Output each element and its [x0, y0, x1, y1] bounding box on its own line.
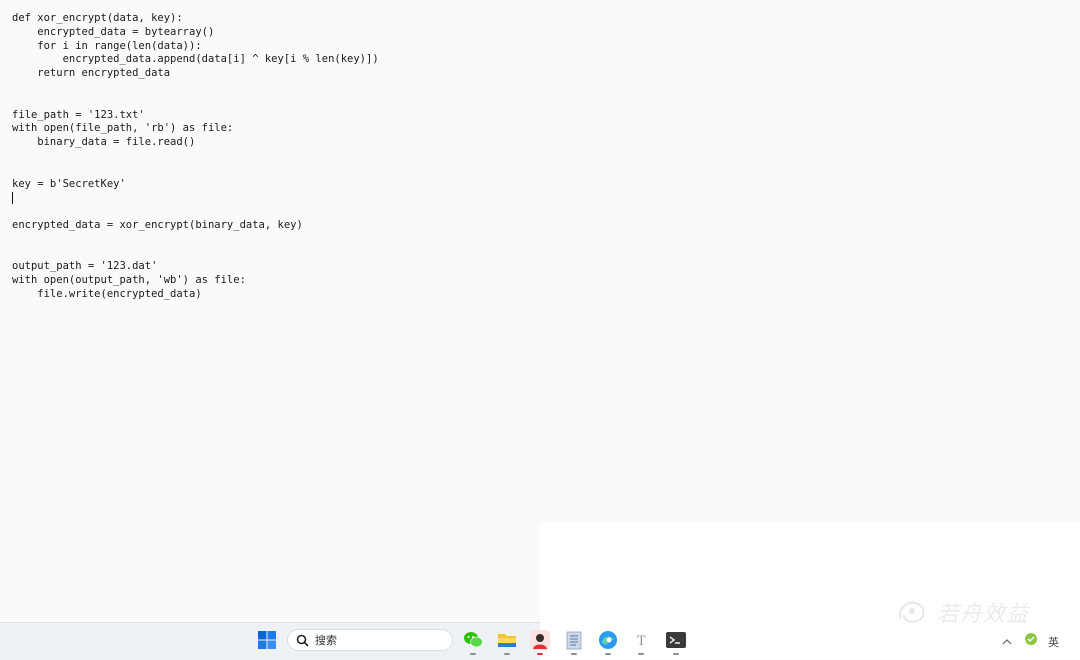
code-line[interactable]	[12, 164, 379, 178]
code-line[interactable]: file.write(encrypted_data)	[12, 288, 379, 302]
notepad-icon	[566, 631, 582, 650]
windows-start-button[interactable]	[256, 629, 278, 651]
notepad-button[interactable]	[563, 629, 585, 651]
code-line[interactable]: def xor_encrypt(data, key):	[12, 12, 379, 26]
text-app-icon: T	[637, 634, 646, 649]
terminal-running-indicator	[673, 653, 679, 655]
code-line[interactable]: for i in range(len(data)):	[12, 40, 379, 54]
edge-browser-button[interactable]	[597, 629, 619, 651]
search-icon	[296, 634, 309, 647]
file-explorer-icon	[498, 634, 516, 647]
avatar-app-button[interactable]	[529, 629, 551, 651]
terminal-button[interactable]	[665, 629, 687, 651]
code-line[interactable]: return encrypted_data	[12, 67, 379, 81]
code-line[interactable]: encrypted_data = xor_encrypt(binary_data…	[12, 219, 379, 233]
terminal-icon	[666, 632, 686, 648]
code-line[interactable]	[12, 95, 379, 109]
code-line[interactable]: binary_data = file.read()	[12, 136, 379, 150]
code-line[interactable]	[12, 205, 379, 219]
code-line[interactable]: encrypted_data = bytearray()	[12, 26, 379, 40]
wechat-icon	[464, 632, 483, 648]
watermark-logo-icon	[899, 601, 925, 623]
windows-start-icon	[258, 631, 276, 649]
white-overlay-panel	[540, 522, 1080, 659]
wechat-running-indicator	[470, 653, 476, 655]
svg-text:T: T	[637, 634, 646, 649]
search-label: 搜索	[315, 634, 337, 647]
text-caret	[12, 192, 13, 205]
code-line[interactable]	[12, 191, 379, 205]
text-app-running-indicator	[638, 653, 644, 655]
code-line[interactable]	[12, 150, 379, 164]
code-line[interactable]: with open(output_path, 'wb') as file:	[12, 274, 379, 288]
watermark-text: 若舟效益	[937, 602, 1030, 627]
explorer-running-indicator	[504, 653, 510, 655]
system-tray: 英	[1000, 632, 1059, 651]
code-line[interactable]: key = b'SecretKey'	[12, 178, 379, 192]
wechat-button[interactable]	[462, 629, 484, 651]
file-explorer-button[interactable]	[496, 629, 518, 651]
code-line[interactable]: output_path = '123.dat'	[12, 260, 379, 274]
edge-browser-icon	[599, 631, 617, 649]
taskbar-search-box[interactable]: 搜索	[287, 629, 453, 651]
avatar-running-indicator	[537, 653, 543, 655]
ime-icon[interactable]: 英	[1048, 634, 1059, 650]
avatar-app-icon	[530, 630, 550, 650]
chevron-up-icon[interactable]	[1000, 633, 1014, 651]
notepad-running-indicator	[571, 653, 577, 655]
code-line[interactable]	[12, 81, 379, 95]
green-shield-icon[interactable]	[1024, 632, 1038, 651]
code-line[interactable]	[12, 233, 379, 247]
watermark: 若舟效益	[895, 596, 1029, 628]
edge-running-indicator	[605, 653, 611, 655]
code-line[interactable]	[12, 247, 379, 261]
text-app-button[interactable]: T	[630, 629, 652, 651]
code-line[interactable]: with open(file_path, 'rb') as file:	[12, 122, 379, 136]
code-line[interactable]: file_path = '123.txt'	[12, 109, 379, 123]
code-content[interactable]: def xor_encrypt(data, key): encrypted_da…	[12, 12, 379, 302]
code-line[interactable]: encrypted_data.append(data[i] ^ key[i % …	[12, 53, 379, 67]
